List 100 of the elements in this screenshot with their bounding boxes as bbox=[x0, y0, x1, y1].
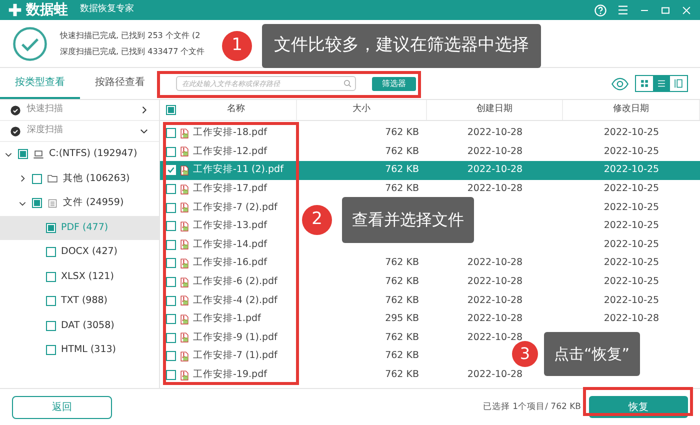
pdf-file-icon bbox=[179, 314, 190, 325]
view-mode-button[interactable] bbox=[653, 76, 670, 91]
file-name: 工作安排-12.pdf bbox=[193, 144, 267, 159]
checkbox[interactable] bbox=[166, 370, 176, 380]
table-cell-text: 2022-10-28 bbox=[467, 368, 523, 382]
checkbox[interactable] bbox=[166, 277, 176, 288]
checkbox[interactable] bbox=[166, 258, 176, 268]
checkbox[interactable] bbox=[46, 222, 56, 233]
checkbox[interactable] bbox=[46, 296, 56, 306]
folder-icon bbox=[47, 173, 58, 184]
table-cell: 2022-10-28 bbox=[467, 126, 523, 140]
view-tab[interactable]: 按路径查看 bbox=[80, 68, 160, 99]
table-cell: 762 KB bbox=[385, 126, 419, 140]
table-cell-text: 2022-10-28 bbox=[467, 182, 523, 196]
tree-label: PDF (477) bbox=[61, 220, 108, 235]
column-header: 创建日期 bbox=[476, 103, 512, 116]
checkbox[interactable] bbox=[166, 296, 176, 306]
grid-icon bbox=[639, 78, 650, 89]
list-icon bbox=[656, 78, 667, 89]
callout-bubble: 点击“恢复” bbox=[544, 332, 640, 376]
pdf-file-icon bbox=[179, 146, 190, 158]
checkbox[interactable] bbox=[46, 247, 56, 258]
table-cell-text: 762 KB bbox=[385, 274, 419, 289]
callout-bubble: 文件比较多，建议在筛选器中选择 bbox=[262, 24, 541, 68]
checkbox[interactable] bbox=[32, 198, 42, 208]
column-header: 修改日期 bbox=[613, 103, 649, 116]
app-name: 数据蛙 bbox=[26, 0, 68, 20]
tree-label: DAT (3058) bbox=[61, 318, 114, 333]
file-name: 工作安排-18.pdf bbox=[193, 126, 267, 140]
checkbox[interactable] bbox=[166, 314, 176, 324]
pdf-file-icon bbox=[179, 295, 190, 306]
file-name: 工作安排-11 (2).pdf bbox=[193, 163, 284, 178]
pdf-file-icon bbox=[179, 239, 190, 250]
table-cell-text: 762 KB bbox=[385, 349, 419, 364]
table-cell-text: 2022-10-28 bbox=[467, 163, 523, 178]
checkbox[interactable] bbox=[46, 272, 56, 282]
tree-label: XLSX (121) bbox=[61, 270, 114, 284]
table-cell-text: 2022-10-25 bbox=[604, 256, 660, 270]
table-cell: 2022-10-28 bbox=[604, 312, 660, 326]
checkbox[interactable] bbox=[166, 128, 176, 138]
checkbox[interactable] bbox=[166, 351, 176, 362]
table-cell-text: 762 KB bbox=[385, 144, 419, 159]
checkbox[interactable] bbox=[166, 184, 176, 194]
columns-icon bbox=[673, 78, 684, 89]
check-circle-icon bbox=[10, 104, 21, 116]
tree-label: HTML (313) bbox=[61, 343, 116, 358]
checkbox[interactable] bbox=[166, 240, 176, 250]
file-name: 工作安排-16.pdf bbox=[193, 256, 267, 270]
checkbox[interactable] bbox=[32, 174, 42, 184]
view-tab[interactable]: 按类型查看 bbox=[0, 68, 80, 99]
tree-label: 文件 (24959) bbox=[63, 196, 124, 210]
table-cell: 2022-10-25 bbox=[604, 126, 660, 140]
pdf-file-icon bbox=[179, 220, 190, 232]
close-icon[interactable] bbox=[681, 4, 692, 16]
file-name: 工作安排-1.pdf bbox=[193, 312, 261, 326]
table-cell-text: 2022-10-25 bbox=[604, 274, 660, 289]
file-name: 工作安排-6 (2).pdf bbox=[193, 274, 278, 289]
tree-label: C:(NTFS) (192947) bbox=[49, 147, 138, 162]
checkbox[interactable] bbox=[46, 320, 56, 331]
search-icon bbox=[343, 79, 352, 88]
pdf-file-icon bbox=[179, 332, 190, 344]
pdf-file-icon bbox=[179, 164, 190, 176]
pdf-file-icon bbox=[179, 202, 190, 214]
table-cell: 762 KB bbox=[385, 294, 419, 308]
file-name: 工作安排-7 (1).pdf bbox=[193, 349, 278, 364]
table-cell-text: 2022-10-25 bbox=[604, 163, 660, 178]
step-number: 1 bbox=[222, 31, 252, 61]
checkbox[interactable] bbox=[18, 149, 28, 160]
pdf-file-icon bbox=[179, 370, 190, 381]
file-name: 工作安排-7 (2).pdf bbox=[193, 200, 278, 215]
scan-mode-label: 快速扫描 bbox=[27, 103, 63, 116]
table-cell-text: 2022-10-28 bbox=[467, 274, 523, 289]
checkbox[interactable] bbox=[166, 221, 176, 232]
pdf-file-icon bbox=[179, 276, 190, 288]
document-icon bbox=[47, 198, 58, 209]
scan-status-text: 深度扫描已完成, 已找到 433477 个文件 bbox=[60, 46, 205, 58]
check-circle-icon bbox=[10, 126, 21, 136]
table-cell-text: 2022-10-25 bbox=[604, 182, 660, 196]
callout-bubble: 查看并选择文件 bbox=[342, 197, 474, 243]
checkbox[interactable] bbox=[166, 332, 176, 343]
laptop-icon bbox=[33, 148, 44, 160]
table-cell: 762 KB bbox=[385, 330, 419, 345]
scan-mode-label: 深度扫描 bbox=[27, 124, 63, 138]
checkbox[interactable] bbox=[166, 146, 176, 157]
selection-status: 已选择 1个项目/ 762 KB bbox=[482, 400, 581, 414]
file-name: 工作安排-9 (1).pdf bbox=[193, 330, 278, 345]
file-name: 工作安排-17.pdf bbox=[193, 182, 267, 196]
help-icon[interactable] bbox=[594, 4, 607, 16]
table-cell: 2022-10-28 bbox=[467, 312, 523, 326]
checkbox[interactable] bbox=[46, 345, 56, 356]
menu-icon[interactable] bbox=[617, 4, 629, 16]
file-name: 工作安排-4 (2).pdf bbox=[193, 294, 278, 308]
tree-label: 其他 (106263) bbox=[63, 172, 130, 186]
scan-status-text: 快速扫描已完成, 已找到 253 个文件 (2 bbox=[60, 30, 202, 42]
table-cell: 295 KB bbox=[385, 312, 419, 326]
checkbox[interactable] bbox=[166, 105, 176, 115]
maximize-icon[interactable] bbox=[660, 4, 671, 16]
checkbox[interactable] bbox=[166, 202, 176, 213]
table-cell-text: 2022-10-25 bbox=[604, 144, 660, 159]
file-name: 工作安排-19.pdf bbox=[193, 368, 267, 382]
